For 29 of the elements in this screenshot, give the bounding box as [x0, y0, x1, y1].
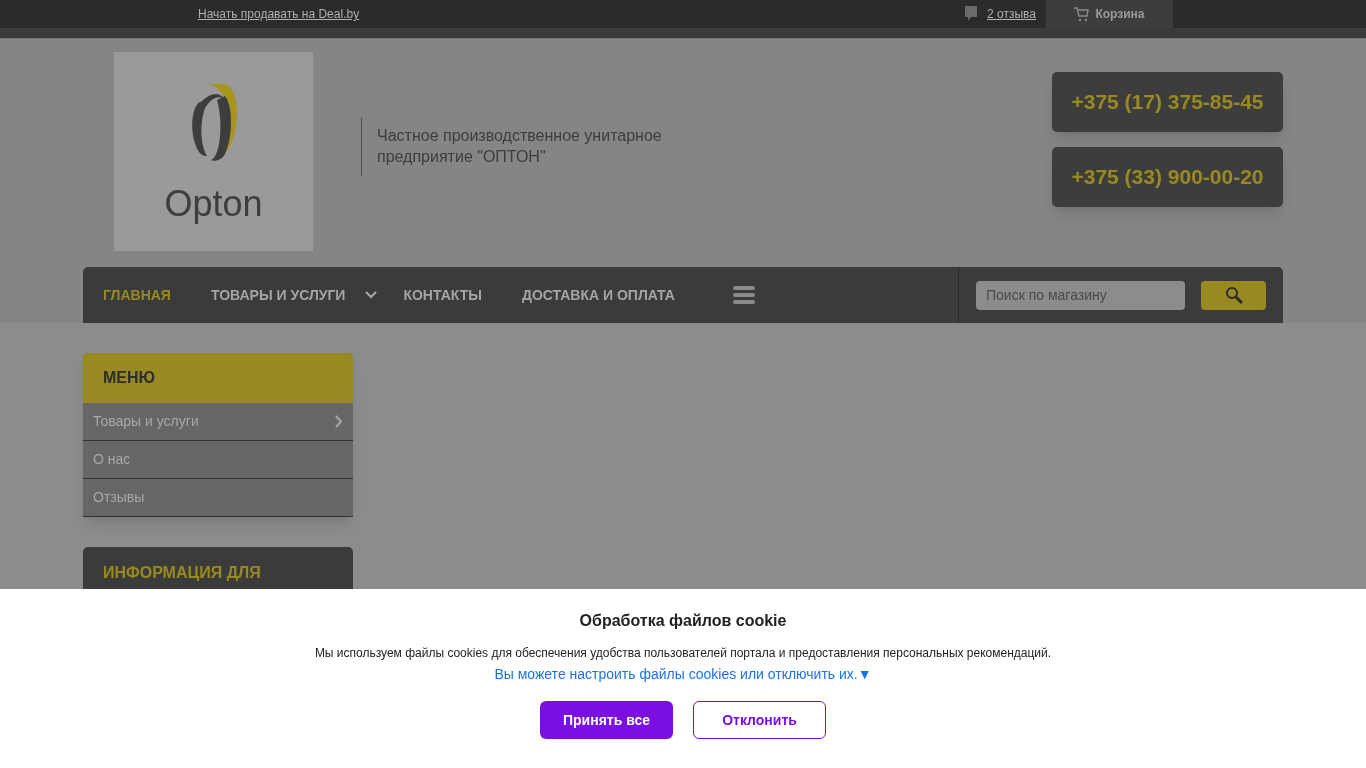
cookie-text: Мы используем файлы cookies для обеспечения удобства пользователей портала и предоставления персональных рекомендаций.	[314, 645, 1052, 662]
nav-link[interactable]: ТОВАРЫ И УСЛУГИ	[210, 284, 378, 306]
cart-icon	[1074, 6, 1090, 22]
logo-text: Opton	[164, 185, 263, 222]
decline-button[interactable]: Отклонить	[693, 701, 826, 739]
search-field[interactable]: Поиск по магазину	[976, 280, 1186, 310]
nav-link[interactable]: ДОСТАВКА И ОПЛАТА	[521, 284, 675, 306]
phone-number[interactable]: +375 (33) 900-00-20	[1052, 147, 1283, 207]
menu-item[interactable]: Товары и услуги	[83, 403, 353, 441]
reviews-link[interactable]: 2 отзыва	[987, 5, 1036, 23]
company-name: Частное производственное унитарное предприятие "ОПТОН"	[377, 126, 663, 167]
menu-item[interactable]: О нас	[83, 441, 353, 479]
chevron-down-icon[interactable]	[365, 291, 378, 299]
cart-button[interactable]: Корзина	[1046, 0, 1173, 28]
search-icon	[1224, 286, 1243, 304]
accept-button[interactable]: Принять все	[540, 701, 673, 739]
cookie-settings-link[interactable]: Вы можете настроить файлы cookies или отключить их.▼	[494, 664, 872, 685]
nav-link[interactable]: КОНТАКТЫ	[403, 284, 482, 306]
phone-number[interactable]: +375 (17) 375-85-45	[1052, 72, 1283, 132]
info-title: ИНФОРМАЦИЯ ДЛЯ	[103, 564, 261, 581]
chevron-right-icon	[335, 415, 343, 428]
menu-item[interactable]: Отзывы	[83, 479, 353, 517]
cookie-title: Обработка файлов cookie	[579, 611, 787, 631]
nav-link[interactable]: ГЛАВНАЯ	[103, 284, 171, 306]
menu-icon[interactable]	[732, 285, 755, 305]
comment-icon	[964, 5, 979, 23]
menu-title: МЕНЮ	[83, 353, 353, 403]
search-button[interactable]	[1201, 280, 1266, 310]
sell-link[interactable]: Начать продавать на Deal.by	[198, 5, 360, 23]
